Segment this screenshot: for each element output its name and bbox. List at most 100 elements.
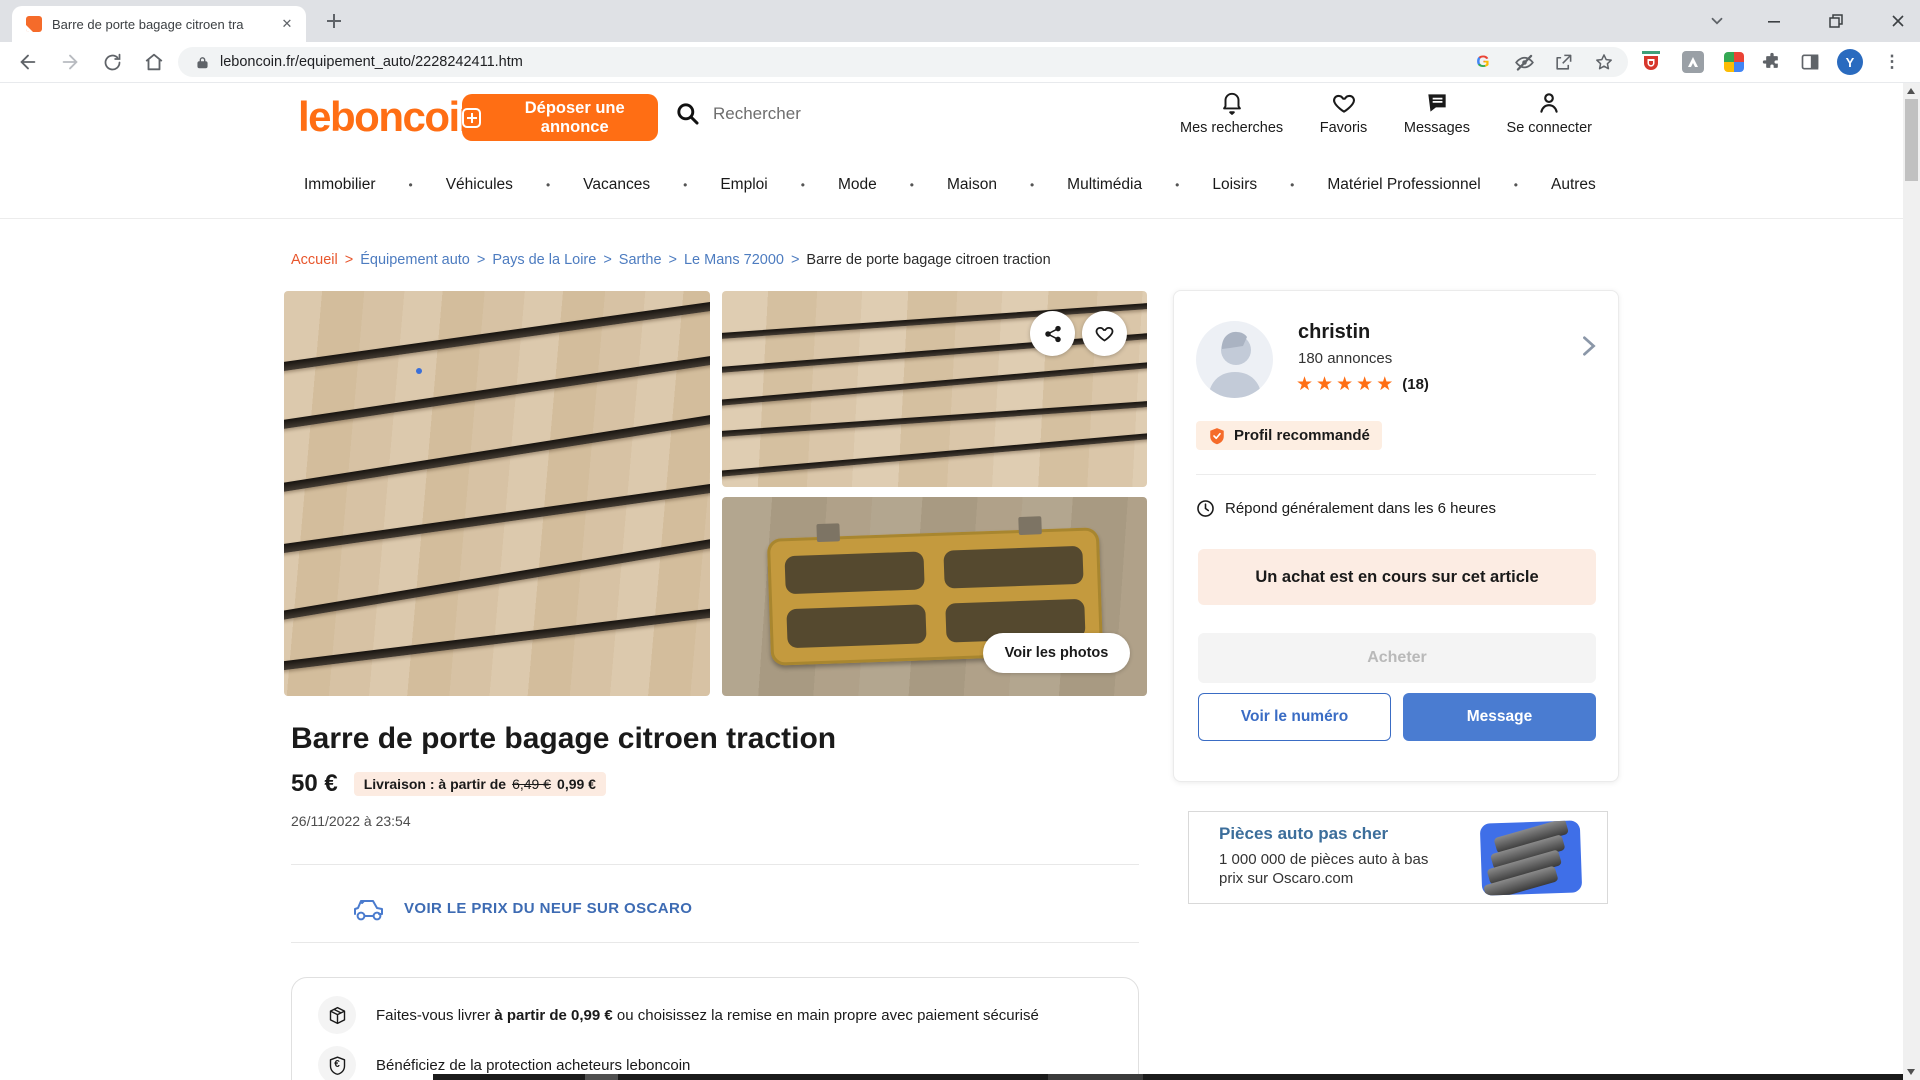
listing-date: 26/11/2022 à 23:54	[291, 813, 411, 829]
account-menu: Mes recherches Favoris Messages Se conne…	[1180, 90, 1592, 136]
google-icon[interactable]: G	[1471, 50, 1495, 74]
favorite-button[interactable]	[1082, 311, 1127, 356]
nav-autres[interactable]: Autres	[1551, 176, 1596, 194]
extension-pdf-icon[interactable]	[1681, 50, 1705, 74]
chat-icon	[1424, 90, 1450, 116]
seller-profile-chevron-icon[interactable]	[1578, 331, 1600, 366]
eye-off-icon[interactable]	[1512, 50, 1536, 74]
deposit-ad-button[interactable]: Déposer une annonce	[462, 94, 658, 141]
browser-profile-avatar[interactable]: Y	[1837, 49, 1863, 75]
share-button[interactable]	[1030, 311, 1075, 356]
nav-separator: •	[409, 178, 413, 192]
side-panel-icon[interactable]	[1798, 50, 1822, 74]
scrollbar-thumb[interactable]	[1905, 99, 1918, 181]
seller-rating[interactable]: ★ ★ ★ ★ ★ (18)	[1296, 373, 1429, 396]
main-photo[interactable]	[284, 291, 710, 696]
shipping-new-price: 0,99 €	[557, 776, 596, 792]
view-photos-button[interactable]: Voir les photos	[983, 633, 1130, 673]
clock-icon	[1196, 499, 1215, 518]
menu-item-messages[interactable]: Messages	[1404, 90, 1470, 136]
screen: Barre de porte bagage citroen tra ✕	[0, 0, 1920, 1080]
leboncoin-logo[interactable]: leboncoin	[298, 93, 483, 141]
nav-vacances[interactable]: Vacances	[583, 176, 650, 194]
nav-vehicules[interactable]: Véhicules	[446, 176, 513, 194]
search-bar[interactable]: Rechercher	[674, 100, 801, 127]
share-page-icon[interactable]	[1551, 50, 1575, 74]
star-icon: ★	[1356, 373, 1374, 396]
extension-photos-icon[interactable]	[1722, 50, 1746, 74]
breadcrumb-separator: >	[669, 252, 677, 268]
reload-button[interactable]	[100, 50, 124, 74]
ad-image-brake-pads	[1480, 820, 1582, 895]
nav-emploi[interactable]: Emploi	[720, 176, 767, 194]
person-silhouette-icon	[1196, 321, 1273, 398]
menu-item-login[interactable]: Se connecter	[1507, 90, 1592, 136]
shield-check-icon	[1208, 427, 1226, 445]
scroll-down-arrow[interactable]	[1907, 1069, 1915, 1075]
divider	[291, 864, 1139, 865]
shipping-badge: Livraison : à partir de 6,49 € 0,99 €	[354, 772, 606, 796]
breadcrumb-separator: >	[345, 252, 353, 268]
nav-separator: •	[1030, 178, 1034, 192]
breadcrumb-pays-de-la-loire[interactable]: Pays de la Loire	[492, 252, 596, 268]
nav-multimedia[interactable]: Multimédia	[1067, 176, 1142, 194]
heart-icon	[1331, 90, 1357, 116]
window-close-button[interactable]	[1886, 9, 1910, 33]
new-tab-button[interactable]	[324, 11, 344, 31]
buy-button[interactable]: Acheter	[1198, 633, 1596, 683]
breadcrumb-sarthe[interactable]: Sarthe	[619, 252, 662, 268]
response-time-row: Répond généralement dans les 6 heures	[1196, 499, 1496, 518]
window-restore-button[interactable]	[1824, 9, 1848, 33]
browser-tab[interactable]: Barre de porte bagage citroen tra ✕	[12, 6, 306, 42]
search-icon	[674, 100, 701, 127]
nav-materiel-professionnel[interactable]: Matériel Professionnel	[1327, 176, 1480, 194]
nav-maison[interactable]: Maison	[947, 176, 997, 194]
tab-search-chevron-icon[interactable]	[1705, 9, 1729, 33]
page-scrollbar[interactable]	[1903, 83, 1920, 1080]
window-minimize-button[interactable]	[1762, 9, 1786, 33]
menu-item-favorites[interactable]: Favoris	[1320, 90, 1368, 136]
message-button[interactable]: Message	[1403, 693, 1596, 741]
breadcrumb-home[interactable]: Accueil	[291, 252, 338, 268]
nav-loisirs[interactable]: Loisirs	[1212, 176, 1257, 194]
tab-close-icon[interactable]: ✕	[278, 15, 296, 33]
divider	[291, 942, 1139, 943]
leboncoin-favicon-icon	[26, 16, 42, 32]
package-icon	[318, 996, 356, 1034]
thumbnail-photo-bars[interactable]	[722, 291, 1147, 487]
breadcrumb-equipement-auto[interactable]: Équipement auto	[360, 252, 470, 268]
ad-body: 1 000 000 de pièces auto à bas prix sur …	[1219, 850, 1428, 888]
url-bar[interactable]: leboncoin.fr/equipement_auto/2228242411.…	[178, 47, 1628, 77]
rating-count: (18)	[1402, 376, 1429, 393]
oscaro-ad-card[interactable]: Pièces auto pas cher 1 000 000 de pièces…	[1188, 811, 1608, 904]
scroll-up-arrow[interactable]	[1907, 88, 1915, 94]
browser-menu-icon[interactable]: ⋮	[1880, 50, 1904, 74]
nav-immobilier[interactable]: Immobilier	[304, 176, 375, 194]
person-icon	[1536, 90, 1562, 116]
browser-toolbar: leboncoin.fr/equipement_auto/2228242411.…	[0, 42, 1920, 83]
extension-shield-icon[interactable]	[1639, 50, 1663, 74]
share-icon	[1043, 324, 1063, 344]
header-divider	[0, 218, 1903, 219]
shield-euro-icon: €	[318, 1046, 356, 1080]
extensions-puzzle-icon[interactable]	[1760, 50, 1784, 74]
plus-square-icon	[462, 108, 481, 128]
home-button[interactable]	[142, 50, 166, 74]
breadcrumb-le-mans[interactable]: Le Mans 72000	[684, 252, 784, 268]
delivery-info-box: Faites-vous livrer à partir de 0,99 € ou…	[291, 977, 1139, 1080]
nav-separator: •	[1175, 178, 1179, 192]
menu-item-saved-searches[interactable]: Mes recherches	[1180, 90, 1283, 136]
nav-mode[interactable]: Mode	[838, 176, 877, 194]
forward-button[interactable]	[58, 50, 82, 74]
padlock-icon[interactable]	[190, 50, 214, 74]
price-row: 50 € Livraison : à partir de 6,49 € 0,99…	[291, 770, 606, 798]
bookmark-star-icon[interactable]	[1592, 50, 1616, 74]
search-label: Rechercher	[713, 104, 801, 124]
seller-name[interactable]: christin	[1298, 321, 1370, 344]
oscaro-price-link[interactable]: VOIR LE PRIX DU NEUF SUR OSCARO	[350, 888, 692, 928]
back-button[interactable]	[16, 50, 40, 74]
seller-avatar[interactable]	[1196, 321, 1273, 398]
seller-card: christin 180 annonces ★ ★ ★ ★ ★ (18) Pro…	[1173, 290, 1619, 782]
show-phone-button[interactable]: Voir le numéro	[1198, 693, 1391, 741]
bottom-edge-bar	[433, 1074, 1903, 1080]
